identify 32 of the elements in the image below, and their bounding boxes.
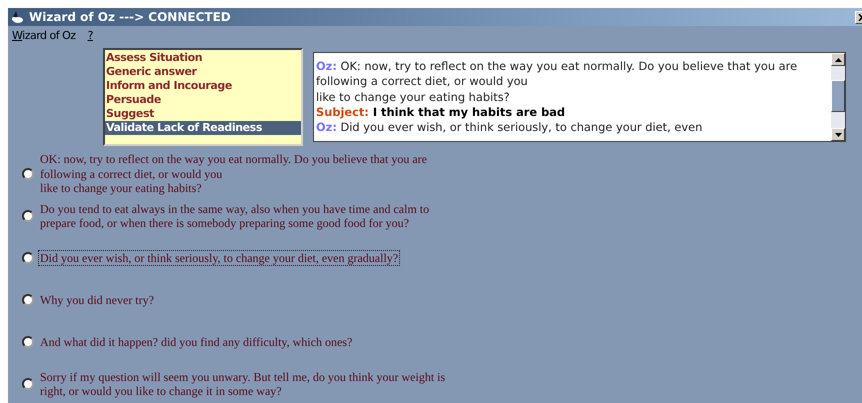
list-item[interactable]: Generic answer — [105, 65, 301, 79]
radio-button[interactable] — [22, 336, 34, 348]
strategy-list[interactable]: Assess Situation Generic answer Inform and Incourage Persuade Suggest Validate Lack of Readiness — [103, 48, 303, 146]
radio-button[interactable] — [22, 252, 34, 264]
option-label[interactable]: Did you ever wish, or think seriously, to change your diet, even gradually? — [38, 250, 400, 266]
scrollbar[interactable] — [831, 53, 845, 141]
scroll-down-button[interactable] — [831, 128, 845, 141]
scroll-thumb[interactable] — [831, 80, 845, 112]
chat-message: Subject: I think that my habits are bad — [316, 104, 566, 120]
list-item[interactable]: Persuade — [105, 93, 301, 107]
option-label[interactable]: And what did it happen? did you find any difficulty, which ones? — [38, 334, 354, 350]
radio-button[interactable] — [22, 378, 34, 390]
wizard-icon — [10, 10, 24, 24]
option-label[interactable]: Do you tend to eat always in the same way, also when you have time and calm to prepare food, or when there is somebody preparing some good food for you? — [38, 200, 466, 232]
chat-message: Oz: OK: now, try to reflect on the way you eat normally. Do you believe that you are following a correct diet, or would you like to change your eating habits? — [316, 59, 798, 105]
down-arrow-icon — [834, 132, 842, 136]
option-label[interactable]: Why you did never try? — [38, 292, 156, 308]
radio-button[interactable] — [22, 168, 34, 180]
menu-item[interactable]: Wizard of Oz — [12, 28, 76, 42]
window-title: Wizard of Oz ---> CONNECTED — [29, 10, 231, 24]
scroll-up-button[interactable] — [831, 53, 845, 66]
radio-button[interactable] — [22, 294, 34, 306]
option-label[interactable]: OK: now, try to reflect on the way you eat normally. Do you believe that you are following a correct diet, or would you like to change your eating habits? — [38, 151, 466, 197]
chat-message: Oz: Did you ever wish, or think seriously, to change your diet, even — [316, 120, 704, 136]
option-label[interactable]: Sorry if my question will seem you unwary. But tell me, do you think your weight is right, or would you like to change it in some way? — [38, 368, 466, 400]
menu-item[interactable]: ? — [88, 28, 93, 42]
list-item[interactable]: Suggest — [105, 107, 301, 121]
radio-button[interactable] — [22, 210, 34, 222]
list-item[interactable]: Inform and Incourage — [105, 79, 301, 93]
list-item[interactable]: Validate Lack of Readiness — [105, 121, 301, 135]
list-item[interactable]: Assess Situation — [105, 51, 301, 65]
up-arrow-icon — [834, 58, 842, 62]
